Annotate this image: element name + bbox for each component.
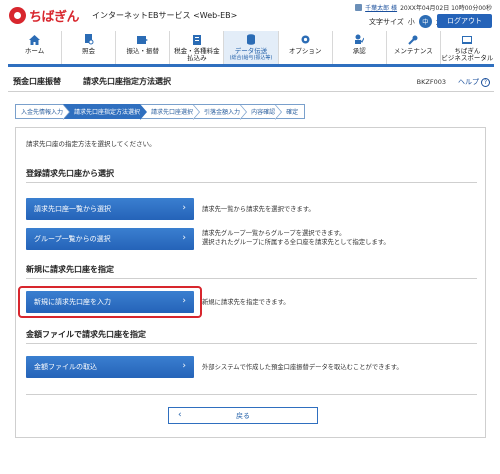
import-amount-file-description: 外部システムで作成した預金口座振替データを取込むことができます。 [202, 364, 403, 371]
logo-mark-icon [9, 7, 26, 24]
main-nav: ホーム 照会 振込・振替 税金・各種料金 払込み データ伝送 (総合(給与)振込… [8, 31, 494, 67]
nav-maintenance-label: メンテナンス [393, 47, 433, 55]
wrench-icon [408, 34, 419, 45]
portal-icon [462, 34, 473, 45]
help-icon: ? [481, 77, 490, 87]
intro-text: 請求先口座の指定方法を選択してください。 [26, 140, 156, 148]
section-divider [26, 278, 477, 279]
section-title: 預金口座振替 [13, 77, 61, 86]
nav-option[interactable]: オプション [279, 31, 333, 64]
select-from-list-button[interactable]: 請求先口座一覧から選択 › [26, 198, 194, 220]
nav-data-transmission[interactable]: データ伝送 (総合(給与)振込等) [224, 31, 279, 64]
bill-icon [191, 34, 202, 45]
step-2-current: 請求先口座指定方法選択 [63, 104, 148, 120]
page-title: 請求先口座指定方法選択 [83, 77, 171, 86]
nav-approval[interactable]: 承認 [333, 31, 387, 64]
brand-name: ちばぎん [29, 10, 80, 25]
import-amount-file-label: 金額ファイルの取込 [34, 363, 97, 371]
section-divider [26, 343, 477, 344]
section-divider [26, 182, 477, 183]
document-search-icon [83, 34, 94, 45]
nav-home[interactable]: ホーム [8, 31, 63, 64]
chevron-right-icon: › [182, 296, 186, 306]
bottom-divider [26, 394, 477, 395]
font-size-small-button[interactable]: 小 [408, 17, 415, 27]
nav-inquiry-label: 照会 [82, 47, 96, 55]
font-size-control: 文字サイズ 小 中 大 [369, 15, 443, 28]
help-label: ヘルプ [458, 78, 479, 86]
step-indicator: 入金先情報入力 請求先口座指定方法選択 請求先口座選択 引落金額入力 内容確認 … [15, 104, 357, 120]
select-from-group-label: グループ一覧からの選択 [34, 235, 111, 243]
new-account-input-button[interactable]: 新規に請求先口座を入力 › [26, 291, 194, 313]
select-from-group-description-2: 選択されたグループに所属する全口座を請求先として指定します。 [202, 239, 390, 246]
nav-business-portal[interactable]: ちばぎん ビジネスポータル [441, 31, 494, 64]
new-account-input-label: 新規に請求先口座を入力 [34, 298, 111, 306]
transfer-icon [137, 34, 149, 45]
chibagin-logo: ちばぎん [9, 6, 80, 25]
section-heading-registered: 登録請求先口座から選択 [26, 169, 114, 178]
step-3: 請求先口座選択 [140, 104, 201, 120]
approval-icon [354, 34, 365, 45]
user-info: 千葉太郎 様 20XX年04月02日 10時00分00秒 [355, 3, 492, 12]
nav-data-sublabel: (総合(給与)振込等) [229, 55, 273, 61]
chevron-right-icon: › [182, 361, 186, 371]
step-1: 入金先情報入力 [15, 104, 71, 120]
nav-tax-label-2: 払込み [187, 54, 207, 62]
step-4: 引落金額入力 [193, 104, 248, 120]
home-icon [29, 34, 41, 45]
nav-approval-label: 承認 [352, 47, 366, 55]
select-from-group-button[interactable]: グループ一覧からの選択 › [26, 228, 194, 250]
import-amount-file-button[interactable]: 金額ファイルの取込 › [26, 356, 194, 378]
nav-home-label: ホーム [24, 47, 45, 55]
new-account-description: 新規に請求先を指定できます。 [202, 299, 290, 306]
nav-transfer[interactable]: 振込・振替 [116, 31, 171, 64]
nav-inquiry[interactable]: 照会 [62, 31, 117, 64]
gear-icon [300, 34, 311, 45]
font-size-label: 文字サイズ [369, 17, 404, 26]
nav-portal-label-2: ビジネスポータル [441, 54, 494, 62]
user-icon [355, 4, 363, 11]
chevron-right-icon: › [182, 203, 186, 213]
nav-data-label: データ伝送 [234, 47, 268, 55]
content-panel: 請求先口座の指定方法を選択してください。 登録請求先口座から選択 請求先口座一覧… [15, 127, 486, 438]
screen-id: BKZF003 [416, 78, 446, 86]
font-size-medium-button[interactable]: 中 [418, 15, 432, 28]
back-button[interactable]: ‹ 戻る [168, 407, 318, 424]
nav-tax-payment[interactable]: 税金・各種料金 払込み [170, 31, 225, 64]
nav-maintenance[interactable]: メンテナンス [387, 31, 441, 64]
section-heading-file: 金額ファイルで請求先口座を指定 [26, 330, 146, 339]
top-header: ちばぎん インターネットEBサービス <Web-EB> 千葉太郎 様 20XX年… [0, 0, 500, 30]
user-name-link[interactable]: 千葉太郎 様 [365, 3, 397, 12]
select-from-group-description-1: 請求先グループ一覧からグループを選択できます。 [202, 230, 346, 237]
nav-option-label: オプション [288, 47, 322, 55]
help-link[interactable]: ヘルプ ? [458, 77, 490, 87]
service-name: インターネットEBサービス <Web-EB> [92, 11, 238, 20]
chevron-right-icon: › [182, 233, 186, 243]
select-from-list-description: 請求先一覧から請求先を選択できます。 [202, 206, 315, 213]
section-heading-new: 新規に請求先口座を指定 [26, 265, 114, 274]
last-login-time: 20XX年04月02日 10時00分00秒 [400, 5, 492, 12]
database-icon [245, 34, 256, 45]
nav-transfer-label: 振込・振替 [126, 47, 160, 55]
select-from-list-label: 請求先口座一覧から選択 [34, 205, 111, 213]
page-title-bar: 預金口座振替 請求先口座指定方法選択 BKZF003 ヘルプ ? [8, 72, 494, 92]
logout-button[interactable]: ログアウト [437, 14, 492, 28]
chevron-left-icon: ‹ [178, 410, 182, 420]
back-label: 戻る [236, 411, 250, 420]
